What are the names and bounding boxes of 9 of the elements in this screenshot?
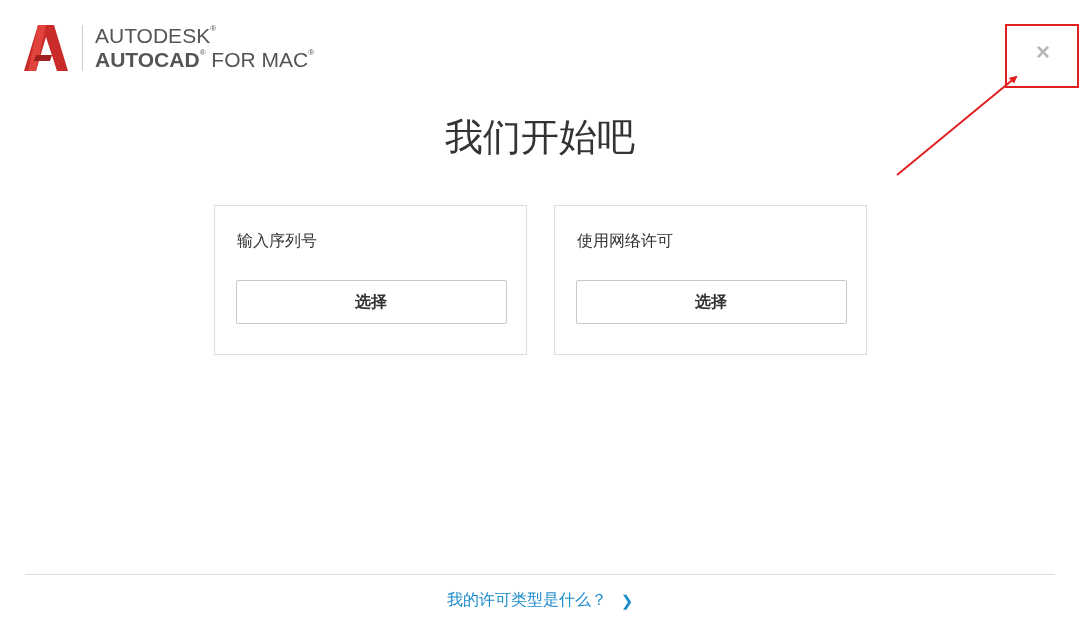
logo-icon xyxy=(24,24,68,71)
option-label: 输入序列号 xyxy=(236,231,317,251)
page-title: 我们开始吧 xyxy=(445,115,635,160)
product-name: AUTOCAD$^{®}$ FOR MAC$^{®}$ xyxy=(95,48,315,71)
option-label: 使用网络许可 xyxy=(576,231,673,251)
brand-name: AUTODESK$^{®}$ xyxy=(95,24,218,47)
select-button[interactable]: 选择 xyxy=(235,280,507,324)
select-button[interactable]: 选择 xyxy=(575,280,847,324)
license-type-link[interactable]: 我的许可类型是什么？ ❯ xyxy=(446,590,634,611)
